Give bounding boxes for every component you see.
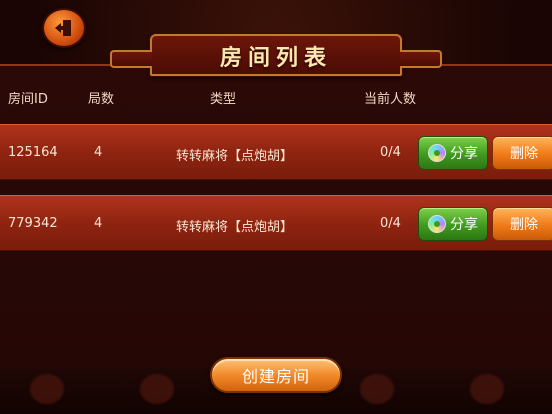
delete-label: 删除 — [510, 146, 538, 162]
title-plaque: 房间列表 — [110, 34, 442, 76]
background-icon — [360, 374, 394, 404]
game-type: 转转麻将【点炮胡】 — [176, 220, 294, 235]
room-id: 125164 — [8, 145, 58, 160]
delete-label: 删除 — [510, 217, 538, 233]
table-row: 125164 4 转转麻将【点炮胡】 0/4 分享 删除 — [0, 124, 552, 180]
page-title: 房间列表 — [219, 45, 332, 71]
share-button[interactable]: 分享 — [418, 207, 488, 241]
create-room-button[interactable]: 创建房间 — [210, 357, 342, 393]
table-header: 房间ID 局数 类型 当前人数 — [0, 84, 552, 110]
background-icon — [140, 374, 174, 404]
create-room-label: 创建房间 — [241, 367, 310, 386]
exit-door-icon — [55, 20, 71, 36]
table-row: 779342 4 转转麻将【点炮胡】 0/4 分享 删除 — [0, 195, 552, 251]
rounds: 4 — [94, 145, 103, 160]
column-header-room-id: 房间ID — [8, 92, 48, 107]
share-disc-icon — [428, 144, 446, 162]
column-header-rounds: 局数 — [88, 92, 115, 107]
player-count: 0/4 — [380, 216, 401, 231]
share-label: 分享 — [450, 217, 478, 233]
rounds: 4 — [94, 216, 103, 231]
share-label: 分享 — [450, 146, 478, 162]
column-header-type: 类型 — [210, 92, 237, 107]
background-icon — [470, 374, 504, 404]
share-button[interactable]: 分享 — [418, 136, 488, 170]
background-icon — [30, 374, 64, 404]
game-type: 转转麻将【点炮胡】 — [176, 149, 294, 164]
room-id: 779342 — [8, 216, 58, 231]
delete-button[interactable]: 删除 — [492, 207, 552, 241]
player-count: 0/4 — [380, 145, 401, 160]
column-header-players: 当前人数 — [364, 92, 417, 107]
delete-button[interactable]: 删除 — [492, 136, 552, 170]
share-disc-icon — [428, 215, 446, 233]
back-button[interactable] — [42, 8, 86, 48]
